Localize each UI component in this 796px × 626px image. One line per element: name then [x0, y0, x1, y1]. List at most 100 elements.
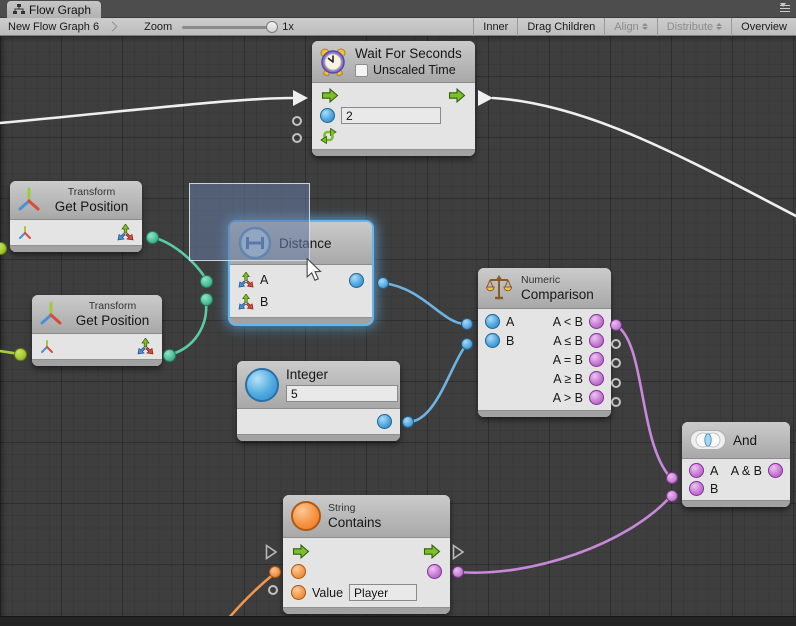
node-header: Integer 5	[237, 361, 400, 409]
comparison-lt-port[interactable]	[589, 314, 604, 329]
seconds-port[interactable]	[320, 108, 335, 123]
distance-a-wire-dot[interactable]	[200, 275, 213, 288]
node-footer	[682, 500, 790, 507]
node-header: Numeric Comparison	[478, 268, 611, 309]
vector3-port-icon[interactable]	[238, 272, 254, 288]
comparison-lt-wire-dot[interactable]	[610, 319, 622, 331]
comparison-a-wire-dot[interactable]	[461, 318, 473, 330]
comparison-eq-port-outer[interactable]	[611, 358, 621, 368]
node-wait-for-seconds[interactable]: Wait For Seconds Unscaled Time 2	[312, 41, 475, 156]
node-get-position-1[interactable]: Transform Get Position	[10, 181, 142, 252]
up-down-arrows-icon	[716, 23, 722, 30]
contains-target-port[interactable]	[291, 564, 306, 579]
flow-in-port[interactable]	[320, 88, 340, 103]
flow-out-port[interactable]	[447, 88, 467, 103]
flow-output-arrow[interactable]	[478, 90, 493, 106]
distance-b-wire-dot[interactable]	[200, 293, 213, 306]
zoom-label: Zoom	[144, 21, 172, 33]
contains-flow-in-arrow[interactable]	[265, 544, 278, 560]
flow-in-port[interactable]	[291, 544, 311, 559]
integer-output-dot[interactable]	[402, 416, 414, 428]
transform-port-icon[interactable]	[18, 226, 32, 240]
comparison-lte-port[interactable]	[589, 333, 604, 348]
wire-flow-out	[493, 98, 796, 216]
integer-input[interactable]: 5	[286, 385, 398, 402]
getposition1-output-dot[interactable]	[146, 231, 159, 244]
drag-children-button[interactable]: Drag Children	[517, 18, 604, 36]
node-header: And	[682, 422, 790, 459]
comparison-gte-port[interactable]	[589, 371, 604, 386]
and-a-port[interactable]	[689, 463, 704, 478]
zoom-slider-handle[interactable]	[266, 21, 278, 33]
wire-distance-to-comparison-a	[383, 283, 466, 324]
selection-rectangle	[189, 183, 310, 261]
and-a-wire-dot[interactable]	[666, 472, 678, 484]
comparison-a-port[interactable]	[485, 314, 500, 329]
node-footer	[10, 245, 142, 252]
contains-flow-out-arrow[interactable]	[452, 544, 465, 560]
flow-input-arrow[interactable]	[293, 90, 308, 106]
seconds-input[interactable]: 2	[341, 107, 441, 124]
node-get-position-2[interactable]: Transform Get Position	[32, 295, 162, 366]
contains-value-port-outer[interactable]	[268, 585, 278, 595]
node-integer[interactable]: Integer 5	[237, 361, 400, 441]
contains-value-port[interactable]	[291, 585, 306, 600]
wait-seconds-port-outer[interactable]	[292, 116, 302, 126]
breadcrumb[interactable]: New Flow Graph 6	[0, 18, 109, 36]
comparison-lte-port-outer[interactable]	[611, 339, 621, 349]
transform-port-icon[interactable]	[40, 340, 54, 354]
vector3-port-icon[interactable]	[117, 224, 134, 241]
breadcrumb-chevron-icon	[108, 22, 118, 32]
integer-output-port[interactable]	[377, 414, 392, 429]
comparison-gt-port-outer[interactable]	[611, 397, 621, 407]
wait-loop-port-outer[interactable]	[292, 133, 302, 143]
distance-output-dot[interactable]	[377, 277, 389, 289]
node-header: Transform Get Position	[32, 295, 162, 334]
zoom-slider-track[interactable]	[182, 26, 274, 29]
node-string-contains[interactable]: String Contains Value	[283, 495, 450, 614]
port-a-label: A	[710, 464, 718, 478]
distance-output-port[interactable]	[349, 273, 364, 288]
distribute-label: Distribute	[667, 21, 713, 33]
graph-canvas[interactable]: Wait For Seconds Unscaled Time 2	[0, 36, 796, 626]
flow-out-port[interactable]	[422, 544, 442, 559]
comparison-gte-port-outer[interactable]	[611, 378, 621, 388]
graph-toolbar: New Flow Graph 6 Zoom 1x Inner Drag Chil…	[0, 18, 796, 36]
node-category: Transform	[71, 300, 154, 312]
lt-label: A < B	[553, 315, 583, 329]
transform-axes-icon	[38, 300, 64, 328]
align-dropdown[interactable]: Align	[604, 18, 656, 36]
getposition2-output-dot[interactable]	[163, 349, 176, 362]
vector3-port-icon[interactable]	[137, 338, 154, 355]
distribute-dropdown[interactable]: Distribute	[657, 18, 731, 36]
contains-output-port[interactable]	[427, 564, 442, 579]
zoom-slider[interactable]	[182, 18, 274, 36]
node-and[interactable]: And A A & B B	[682, 422, 790, 507]
wire-contains-to-and-b	[458, 496, 671, 573]
comparison-b-wire-dot[interactable]	[461, 338, 473, 350]
loop-icon[interactable]	[320, 128, 337, 144]
contains-target-wire-dot[interactable]	[269, 566, 281, 578]
bottom-panel-edge	[0, 616, 796, 626]
overview-button[interactable]: Overview	[731, 18, 796, 36]
and-b-wire-dot[interactable]	[666, 490, 678, 502]
comparison-gt-port[interactable]	[589, 390, 604, 405]
vector3-port-icon[interactable]	[238, 294, 254, 310]
inner-button[interactable]: Inner	[473, 18, 517, 36]
tab-bar: Flow Graph	[0, 0, 796, 18]
comparison-b-port[interactable]	[485, 333, 500, 348]
and-b-port[interactable]	[689, 481, 704, 496]
value-label: Value	[312, 586, 343, 600]
contains-output-dot[interactable]	[452, 566, 464, 578]
and-output-port[interactable]	[768, 463, 783, 478]
node-numeric-comparison[interactable]: Numeric Comparison A A < B B A ≤ B A = B	[478, 268, 611, 417]
port-b-label: B	[506, 334, 514, 348]
comparison-eq-port[interactable]	[589, 352, 604, 367]
unscaled-time-checkbox[interactable]	[355, 64, 368, 77]
window-menu-icon[interactable]	[780, 5, 790, 12]
tab-flow-graph[interactable]: Flow Graph	[7, 1, 101, 18]
node-footer	[230, 317, 372, 324]
transform2-input-dot[interactable]	[14, 348, 27, 361]
node-title: Comparison	[521, 287, 594, 302]
value-input[interactable]: Player	[349, 584, 417, 601]
